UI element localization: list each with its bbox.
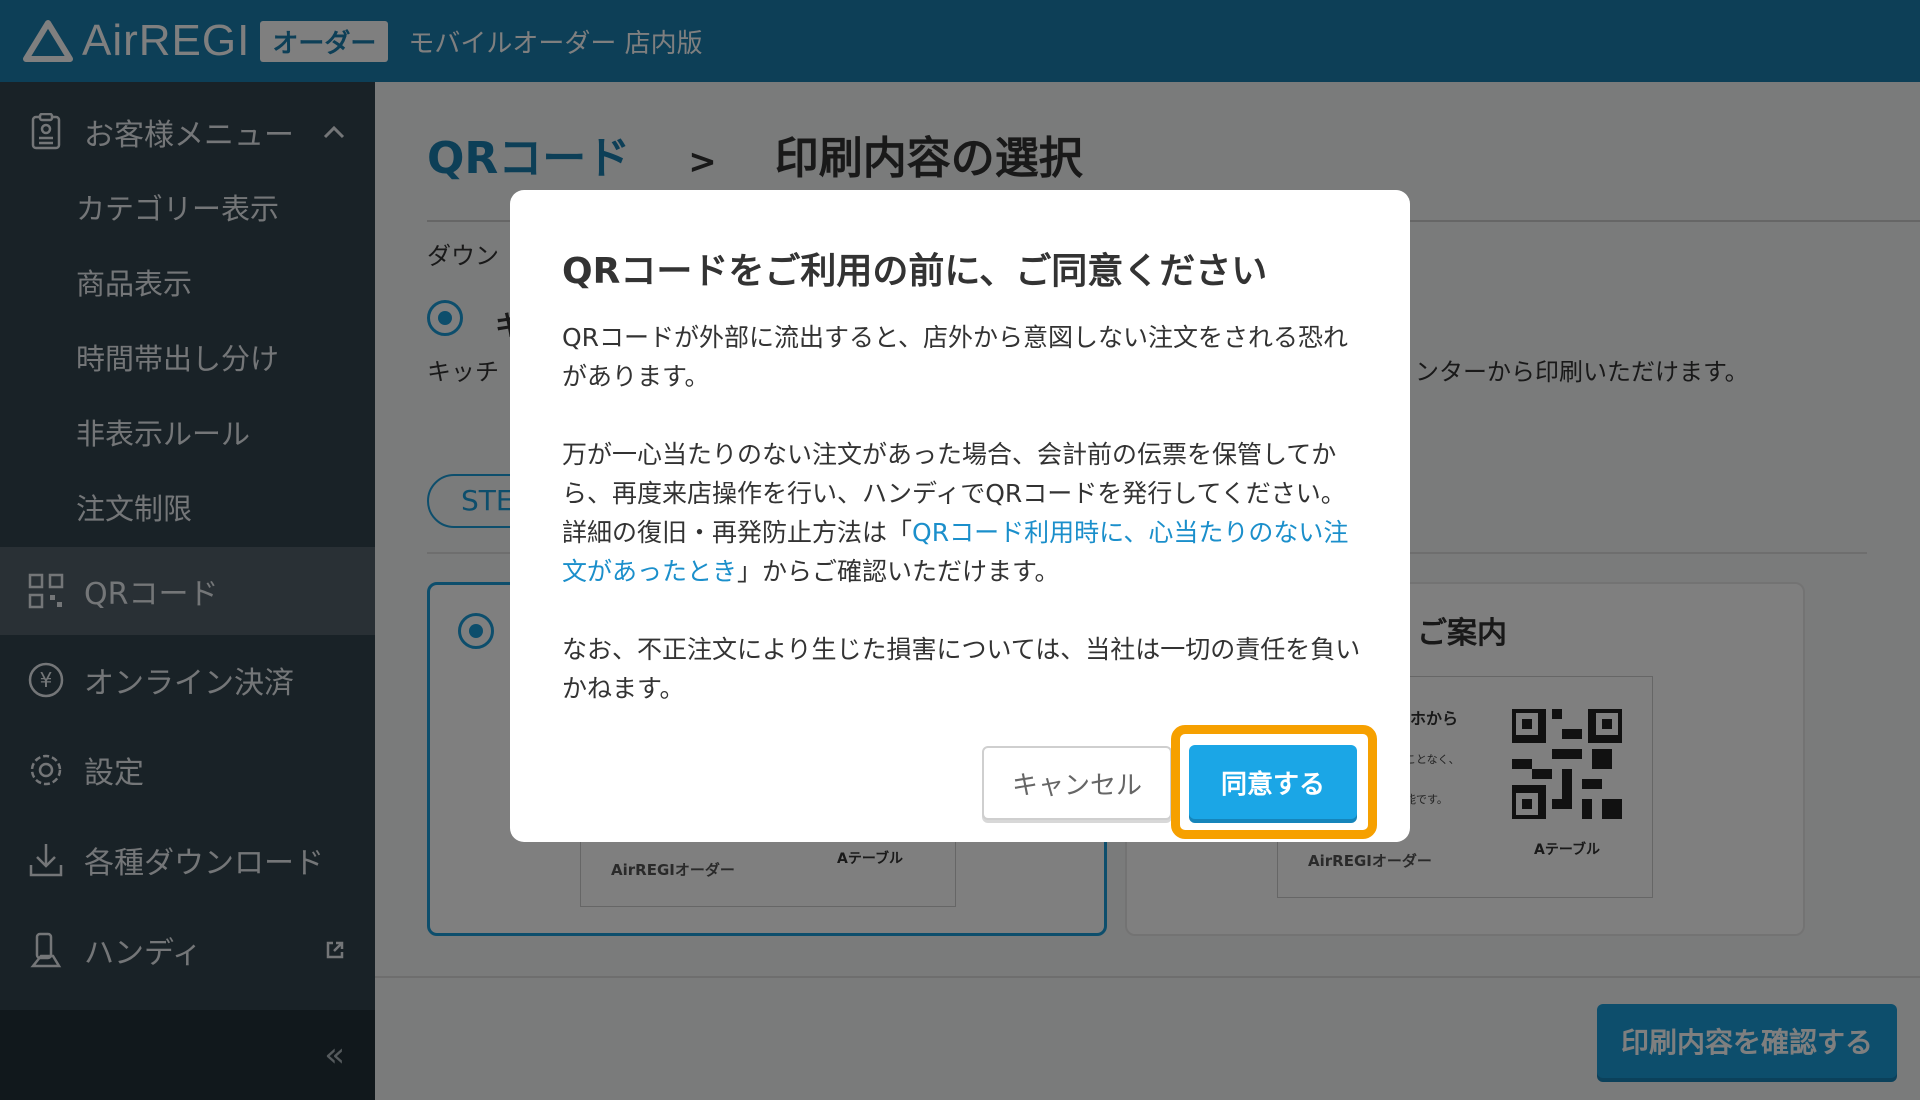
modal-title: QRコードをご利用の前に、ご同意ください (562, 251, 1268, 292)
cancel-button[interactable]: キャンセル (982, 746, 1172, 820)
modal-paragraph-3: なお、不正注文により生じた損害については、当社は一切の責任を負いかねます。 (562, 635, 1361, 703)
modal-paragraph-1: QRコードが外部に流出すると、店外から意図しない注文をされる恐れがあります。 (562, 323, 1349, 391)
agree-button[interactable]: 同意する (1189, 745, 1357, 819)
modal-body: QRコードが外部に流出すると、店外から意図しない注文をされる恐れがあります。 万… (562, 318, 1362, 747)
modal-paragraph-2-end: 」からご確認いただけます。 (737, 557, 1060, 586)
modal-paragraph-2: 万が一心当たりのない注文があった場合、会計前の伝票を保管してから、再度来店操作を… (562, 435, 1362, 591)
